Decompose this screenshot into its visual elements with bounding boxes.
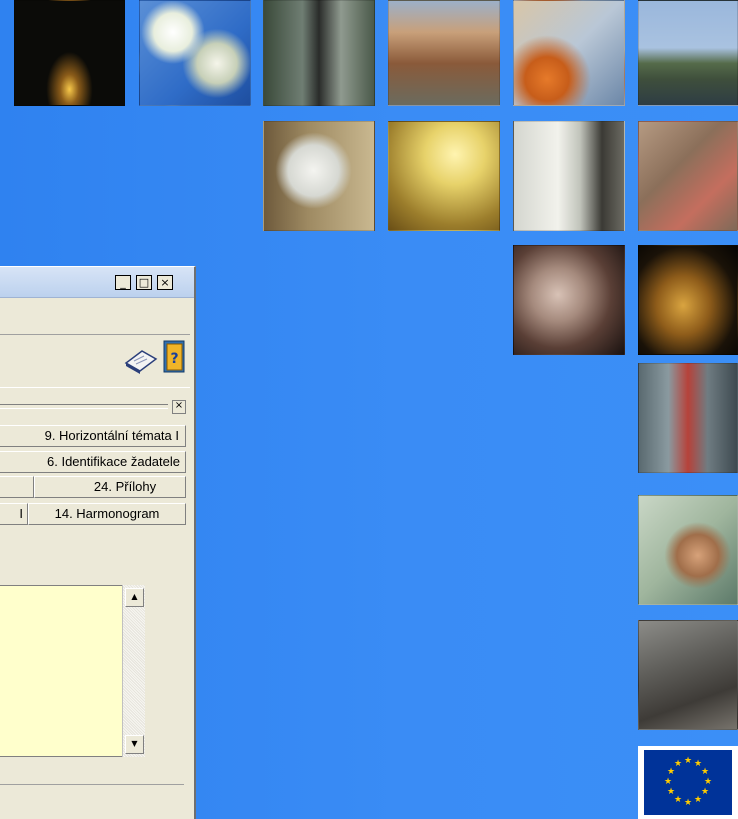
eu-star-icon: ★ xyxy=(664,776,673,786)
help-book-icon[interactable]: ? xyxy=(162,339,188,375)
photo-office-computer xyxy=(513,0,625,106)
photo-laboratory xyxy=(263,121,375,231)
toolbar: ? xyxy=(0,334,190,388)
photo-wheelchair xyxy=(638,620,738,730)
photo-flipchart-presentation xyxy=(513,121,625,231)
document-icon[interactable] xyxy=(124,347,158,375)
tab-identifikace-zadatele[interactable]: 6. Identifikace žadatele xyxy=(0,451,186,473)
eu-star-icon: ★ xyxy=(674,794,683,804)
eu-star-icon: ★ xyxy=(684,755,693,765)
window-bottom-divider xyxy=(0,784,184,786)
minimize-button[interactable]: _ xyxy=(115,275,131,290)
scroll-down-button[interactable]: ▼ xyxy=(125,735,144,754)
eu-star-icon: ★ xyxy=(667,766,676,776)
photo-students xyxy=(638,121,738,231)
photo-woman-stroller xyxy=(263,0,375,106)
photo-building xyxy=(388,0,500,106)
eu-flag-field: ★ ★ ★ ★ ★ ★ ★ ★ ★ ★ ★ ★ xyxy=(644,750,732,815)
application-window: _ □ × ? × 9. Horizontální témata I 6. Id… xyxy=(0,266,196,819)
tab-prilohy[interactable]: 24. Přílohy xyxy=(34,476,186,498)
eu-flag-logo: ★ ★ ★ ★ ★ ★ ★ ★ ★ ★ ★ ★ xyxy=(638,746,738,819)
maximize-button[interactable]: □ xyxy=(136,275,152,290)
panel-grip[interactable] xyxy=(0,404,168,409)
inner-panel-bar: × xyxy=(0,400,186,414)
tab-partial-i[interactable]: I xyxy=(0,503,28,525)
photo-blossom-branch xyxy=(139,0,251,106)
eu-star-icon: ★ xyxy=(684,797,693,807)
eu-star-icon: ★ xyxy=(704,776,713,786)
vertical-scrollbar[interactable]: ▲ ▼ xyxy=(122,585,145,757)
tab-harmonogram[interactable]: 14. Harmonogram xyxy=(28,503,186,525)
photo-powder-tower-night xyxy=(638,245,738,355)
tab-partial[interactable] xyxy=(0,476,34,498)
eu-star-icon: ★ xyxy=(667,786,676,796)
photo-workers xyxy=(638,363,738,473)
photo-dentist xyxy=(638,495,738,605)
photo-prague-castle-night xyxy=(14,0,125,106)
inner-close-button[interactable]: × xyxy=(172,400,186,414)
tab-horizontalni-temata[interactable]: 9. Horizontální témata I xyxy=(0,425,186,447)
eu-star-icon: ★ xyxy=(701,766,710,776)
photo-castle-sunset xyxy=(388,121,500,231)
eu-star-icon: ★ xyxy=(694,794,703,804)
eu-star-icon: ★ xyxy=(701,786,710,796)
photo-prague-bridge xyxy=(638,0,738,106)
close-button[interactable]: × xyxy=(157,275,173,290)
title-bar[interactable]: _ □ × xyxy=(0,267,194,298)
eu-star-icon: ★ xyxy=(674,758,683,768)
scroll-up-button[interactable]: ▲ xyxy=(125,588,144,607)
svg-text:?: ? xyxy=(170,351,178,367)
photo-coins xyxy=(513,245,625,355)
